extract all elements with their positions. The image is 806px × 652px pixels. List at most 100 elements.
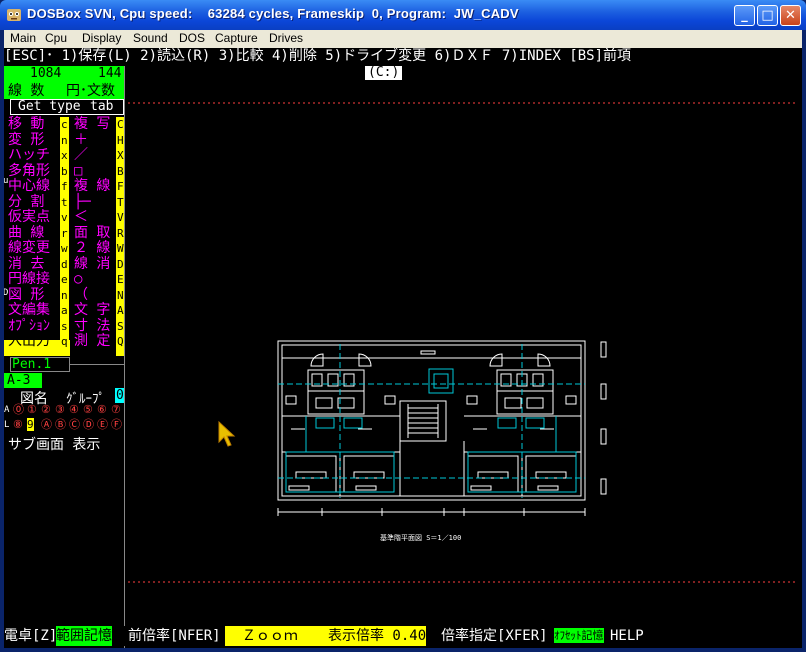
- minimize-button[interactable]: _: [734, 5, 755, 26]
- menu-sound[interactable]: Sound: [133, 31, 168, 45]
- command-right-8[interactable]: ２ 線: [74, 241, 110, 256]
- circle-text-count: 144: [98, 66, 122, 81]
- layer-a-5[interactable]: ⑤: [83, 403, 93, 416]
- file-command-bar[interactable]: [ESC]･ 1)保存(L) 2)読込(R) 3)比較 4)削除 5)ドライブ変…: [4, 48, 802, 65]
- layer-l-7[interactable]: Ⓕ: [111, 418, 122, 431]
- command-right-key-7: R: [117, 226, 124, 240]
- command-left-5[interactable]: 分 割: [8, 194, 44, 210]
- command-left-key-7: r: [61, 226, 68, 240]
- command-right-14[interactable]: 測 定: [74, 334, 110, 349]
- menu-cpu[interactable]: Cpu: [45, 31, 67, 45]
- tab-label: tab: [90, 99, 114, 114]
- command-right-key-13: S: [117, 319, 124, 333]
- command-right-key-11: N: [117, 288, 124, 302]
- zoom-specify-button[interactable]: 倍率指定[XFER]: [441, 626, 548, 646]
- command-left-9[interactable]: 消 去: [8, 256, 44, 272]
- calculator-button[interactable]: 電卓[Z]: [4, 626, 57, 646]
- cad-drawing-canvas[interactable]: 基準階平面図 S＝1／100: [126, 66, 802, 626]
- command-left-key-9: d: [61, 257, 68, 271]
- command-right-6[interactable]: ＜: [74, 210, 88, 225]
- command-left-key-1: n: [61, 133, 68, 147]
- command-right-key-12: A: [117, 304, 124, 317]
- command-right-2[interactable]: ／: [74, 148, 88, 163]
- command-left-key-11: n: [61, 288, 68, 302]
- command-right-4[interactable]: 複 線: [74, 179, 110, 194]
- offset-memory-button[interactable]: ｵﾌｾｯﾄ記憶: [554, 628, 604, 643]
- command-right-9[interactable]: 線 消: [74, 256, 110, 272]
- command-left-11[interactable]: 図 形: [8, 287, 44, 303]
- menu-main[interactable]: Main: [10, 31, 36, 45]
- help-button[interactable]: HELP: [610, 626, 644, 646]
- menu-drives[interactable]: Drives: [269, 31, 303, 45]
- drawing-caption: 基準階平面図 S＝1／100: [380, 533, 461, 542]
- layer-l-2[interactable]: Ⓐ: [41, 418, 52, 431]
- dosbox-window: DOSBox SVN, Cpu speed: 63284 cycles, Fra…: [0, 0, 806, 652]
- command-left-key-13: s: [61, 319, 68, 333]
- sidebar-border: [124, 66, 125, 648]
- command-right-1[interactable]: ＋: [74, 132, 88, 148]
- command-left-2[interactable]: ハッチ: [8, 148, 50, 163]
- command-right-7[interactable]: 面 取: [74, 225, 110, 241]
- maximize-button[interactable]: □: [757, 5, 778, 26]
- command-right-12[interactable]: 文 字: [74, 303, 110, 318]
- layer-l-6[interactable]: Ⓔ: [97, 418, 108, 431]
- zoom-mode-label: Ｚｏｏｍ: [225, 626, 332, 646]
- command-left-key-10: e: [61, 273, 68, 286]
- command-right-key-10: E: [117, 273, 124, 286]
- prev-zoom-button[interactable]: 前倍率[NFER]: [128, 626, 221, 646]
- layer-a-6[interactable]: ⑥: [97, 403, 107, 416]
- command-left-0[interactable]: 移 動: [8, 117, 44, 132]
- command-left-1[interactable]: 変 形: [8, 132, 44, 148]
- scale-label: A-3 S=1/100: [7, 373, 101, 388]
- layer-l-1[interactable]: 9: [27, 418, 34, 431]
- title-bar[interactable]: DOSBox SVN, Cpu speed: 63284 cycles, Fra…: [0, 0, 806, 30]
- menu-display[interactable]: Display: [82, 31, 121, 45]
- command-left-12[interactable]: 文編集: [8, 303, 50, 318]
- command-right-3[interactable]: □: [74, 163, 82, 179]
- command-left-key-4: f: [61, 180, 68, 193]
- floor-plan-cyan: [278, 344, 585, 498]
- dos-screen[interactable]: [ESC]･ 1)保存(L) 2)読込(R) 3)比較 4)削除 5)ドライブ変…: [4, 48, 802, 648]
- close-button[interactable]: ✕: [780, 5, 801, 26]
- command-left-10[interactable]: 円線接: [8, 272, 50, 287]
- command-left-3[interactable]: 多角形: [8, 163, 50, 179]
- command-left-key-0: c: [61, 118, 68, 131]
- layer-l-5[interactable]: Ⓓ: [83, 418, 94, 431]
- command-left-14[interactable]: 入出力: [8, 334, 50, 349]
- command-left-8[interactable]: 線変更: [8, 241, 50, 256]
- command-left-key-3: b: [61, 164, 68, 178]
- command-right-13[interactable]: 寸 法: [74, 318, 110, 334]
- dosbox-app-icon: [7, 9, 21, 21]
- layer-a-4[interactable]: ④: [69, 403, 79, 416]
- command-right-key-2: X: [117, 149, 124, 162]
- command-right-key-1: H: [117, 133, 124, 147]
- mark-d: D: [4, 288, 9, 298]
- layer-a-1[interactable]: ①: [27, 403, 37, 416]
- command-right-10[interactable]: ○: [74, 272, 82, 287]
- command-right-0[interactable]: 複 写: [74, 117, 110, 132]
- command-left-13[interactable]: ｵﾌﾟｼｮﾝ: [8, 318, 50, 334]
- layer-a-3[interactable]: ③: [55, 403, 65, 416]
- status-bar: 電卓[Z] 範囲記憶 前倍率[NFER] Ｚｏｏｍ 表示倍率 0.40 倍率指定…: [4, 626, 802, 646]
- command-left-7[interactable]: 曲 線: [8, 225, 44, 241]
- pen-line: [70, 364, 125, 365]
- command-right-key-9: D: [117, 257, 124, 271]
- layer-a-2[interactable]: ②: [41, 403, 51, 416]
- command-right-5[interactable]: ├─: [74, 194, 91, 210]
- layer-l-3[interactable]: Ⓑ: [55, 418, 66, 431]
- command-sidebar: 1084 144 線 数 円･文数 Get type tab 移 動c変 形nハ…: [4, 66, 125, 648]
- command-left-6[interactable]: 仮実点: [8, 210, 50, 225]
- layer-l-0[interactable]: ⑧: [13, 418, 23, 431]
- range-memory-button[interactable]: 範囲記憶: [56, 626, 112, 646]
- menu-capture[interactable]: Capture: [215, 31, 258, 45]
- circle-count-label: 円･文数: [66, 83, 115, 99]
- subscreen-toggle[interactable]: サブ画面 表示: [8, 434, 100, 454]
- layer-a-7[interactable]: ⑦: [111, 403, 121, 416]
- layer-l-4[interactable]: Ⓒ: [69, 418, 80, 431]
- menu-dos[interactable]: DOS: [179, 31, 205, 45]
- layer-a-0[interactable]: ⓪: [13, 403, 24, 416]
- command-right-key-5: T: [117, 195, 124, 209]
- command-right-key-0: C: [117, 118, 124, 131]
- command-right-11[interactable]: （: [74, 287, 88, 303]
- command-left-4[interactable]: 中心線: [8, 179, 50, 194]
